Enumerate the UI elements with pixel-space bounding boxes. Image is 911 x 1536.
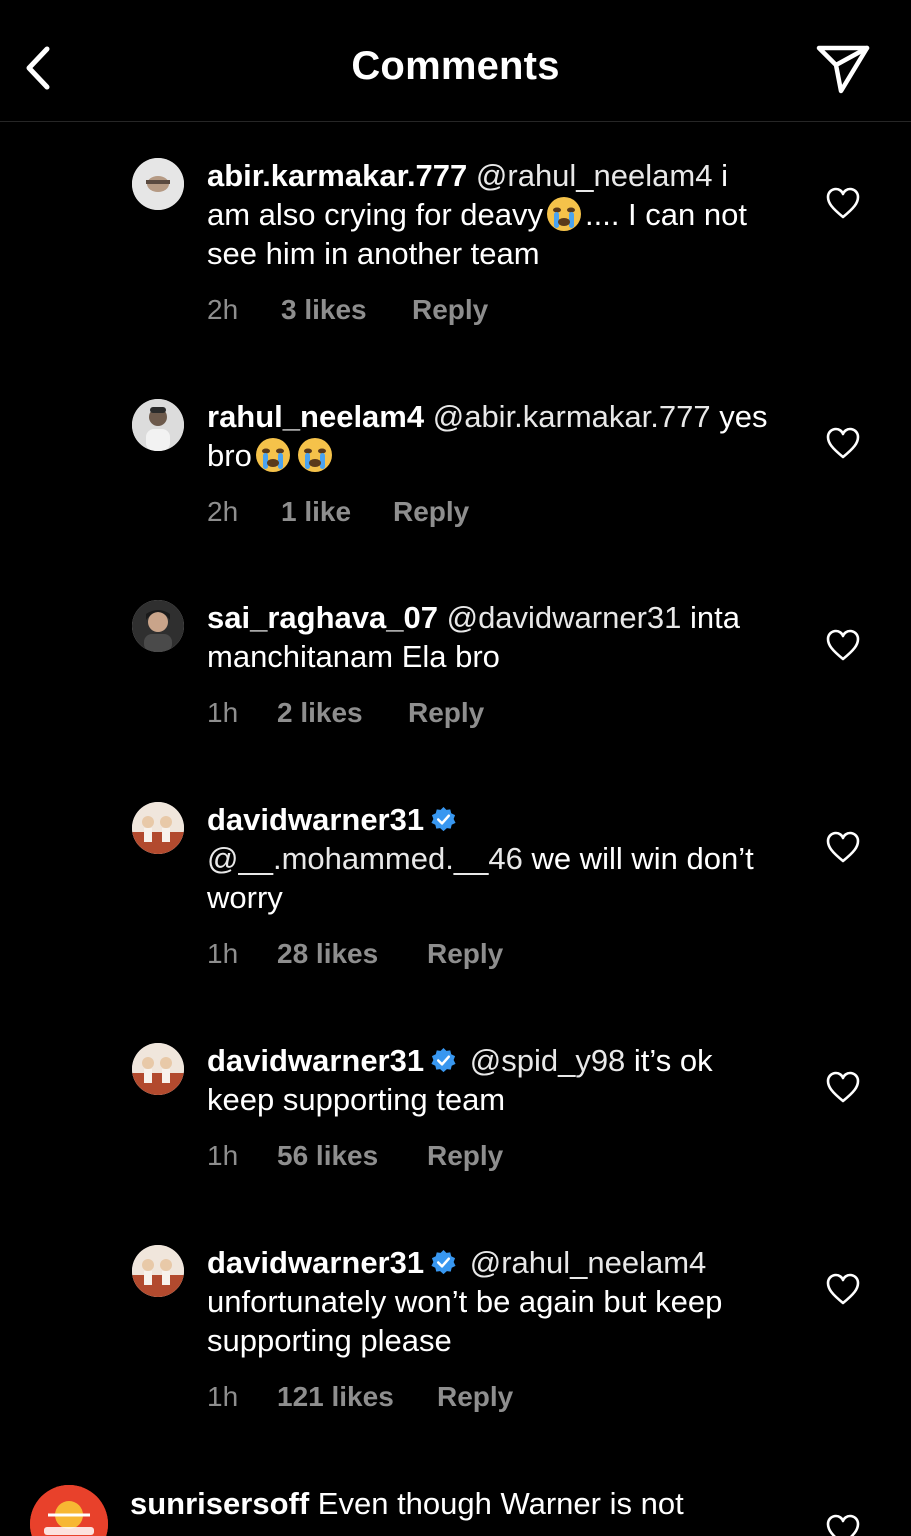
heart-icon[interactable] [824,627,862,663]
avatar[interactable] [132,1245,184,1297]
comment-meta: 1h 28 likes Reply [207,938,503,970]
comment-text: davidwarner31 @rahul_neelam4 unfortunate… [207,1243,777,1360]
avatar[interactable] [132,399,184,451]
verified-badge-icon [431,1047,456,1073]
comment-username[interactable]: sunrisersoff [130,1486,309,1521]
comment-mention[interactable]: @__.mohammed.__46 [207,841,523,876]
comment-text: sunrisersoff Even though Warner is not [130,1484,770,1523]
avatar[interactable] [132,600,184,652]
comment-mention[interactable]: @rahul_neelam4 [476,158,713,193]
comment-username[interactable]: davidwarner31 [207,1245,424,1280]
comment-mention[interactable]: @rahul_neelam4 [470,1245,707,1280]
heart-icon[interactable] [824,1069,862,1105]
comment-text: abir.karmakar.777 @rahul_neelam4 i am al… [207,156,777,273]
comment-time: 1h [207,1140,239,1171]
avatar[interactable] [132,158,184,210]
crying-face-emoji [546,197,581,231]
reply-button[interactable]: Reply [393,496,469,528]
comment-meta: 1h 121 likes Reply [207,1381,513,1413]
crying-face-emoji [255,438,290,472]
comment-text: sai_raghava_07 @davidwarner31 inta manch… [207,598,777,676]
comment-text: rahul_neelam4 @abir.karmakar.777 yes bro [207,397,777,475]
comment-likes[interactable]: 2 likes [277,697,408,729]
comment-mention[interactable]: @spid_y98 [470,1043,626,1078]
avatar[interactable] [30,1485,108,1536]
comment-likes[interactable]: 3 likes [281,294,412,326]
page-title: Comments [351,44,560,88]
heart-icon[interactable] [824,1512,862,1536]
comment-time: 1h [207,1381,239,1412]
comment-likes[interactable]: 28 likes [277,938,427,970]
avatar[interactable] [132,1043,184,1095]
comment-username[interactable]: davidwarner31 [207,802,424,837]
avatar[interactable] [132,802,184,854]
comment-time: 1h [207,938,239,969]
comment-mention[interactable]: @abir.karmakar.777 [433,399,711,434]
comment-time: 2h [207,294,239,325]
comment-username[interactable]: abir.karmakar.777 [207,158,467,193]
comment-username[interactable]: davidwarner31 [207,1043,424,1078]
heart-icon[interactable] [824,185,862,221]
comment-username[interactable]: rahul_neelam4 [207,399,424,434]
verified-badge-icon [431,806,456,832]
comment-meta: 2h 3 likes Reply [207,294,488,326]
reply-button[interactable]: Reply [437,1381,513,1413]
comment-meta: 2h 1 like Reply [207,496,469,528]
comment-mention[interactable]: @davidwarner31 [447,600,682,635]
reply-button[interactable]: Reply [408,697,484,729]
share-button[interactable] [812,40,874,98]
comment-time: 1h [207,697,239,728]
top-bar: Comments [0,0,911,122]
heart-icon[interactable] [824,425,862,461]
comment-body: unfortunately won’t be again but keep su… [207,1284,723,1358]
heart-icon[interactable] [824,1271,862,1307]
comment-username[interactable]: sai_raghava_07 [207,600,438,635]
reply-button[interactable]: Reply [427,938,503,970]
crying-face-emoji [297,438,332,472]
comment-meta: 1h 2 likes Reply [207,697,484,729]
comment-time: 2h [207,496,239,527]
comment-text: davidwarner31 @spid_y98 it’s ok keep sup… [207,1041,777,1119]
comment-meta: 1h 56 likes Reply [207,1140,503,1172]
reply-button[interactable]: Reply [412,294,488,326]
verified-badge-icon [431,1249,456,1275]
comment-body: Even though Warner is not [317,1486,684,1521]
paper-plane-icon [816,45,870,94]
comment-likes[interactable]: 56 likes [277,1140,427,1172]
heart-icon[interactable] [824,829,862,865]
comment-text: davidwarner31 @__.mohammed.__46 we will … [207,800,777,917]
comment-likes[interactable]: 121 likes [277,1381,437,1413]
comment-likes[interactable]: 1 like [281,496,393,528]
reply-button[interactable]: Reply [427,1140,503,1172]
